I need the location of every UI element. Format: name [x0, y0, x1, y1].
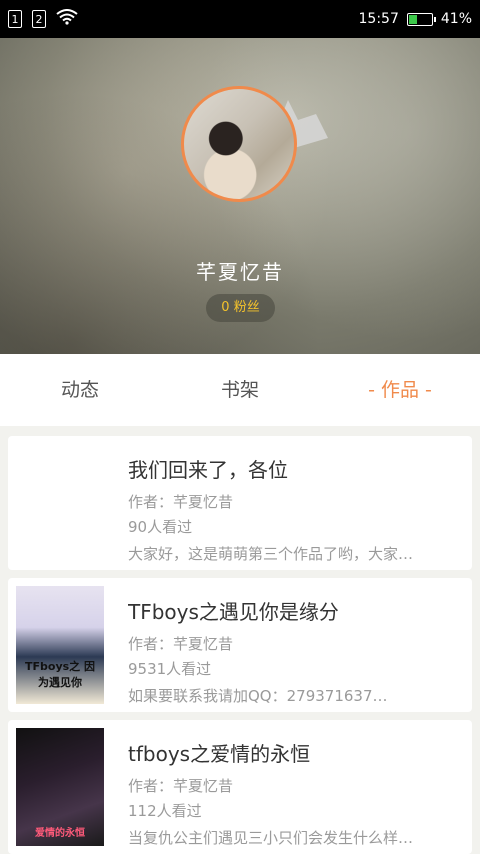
tab-bookshelf[interactable]: 书架 — [160, 354, 320, 426]
battery-icon — [406, 12, 436, 26]
battery-percent: 41% — [440, 11, 472, 27]
work-title: TFboys之遇见你是缘分 — [128, 600, 339, 624]
sim1-icon: 1 — [8, 10, 22, 28]
fans-badge[interactable]: 0 粉丝 — [206, 294, 275, 322]
cover-title: 爱情的永恒 — [35, 828, 85, 839]
work-title: 我们回来了，各位 — [128, 458, 288, 482]
list-item[interactable]: 爱情的永恒 tfboys之爱情的永恒 作者：芊夏忆昔 112人看过 当复仇公主们… — [8, 720, 472, 854]
list-item[interactable]: 我们回来了，各位 作者：芊夏忆昔 90人看过 大家好，这是萌萌第三个作品了哟，大… — [8, 436, 472, 570]
book-cover[interactable]: TFboys之 因为遇见你 — [16, 586, 104, 704]
work-desc: 如果要联系我请加QQ：279371637… — [128, 687, 388, 705]
status-bar: 1 2 15:57 41% — [0, 0, 480, 38]
wifi-icon — [56, 9, 78, 29]
work-desc: 大家好，这是萌萌第三个作品了哟，大家… — [128, 545, 414, 563]
clock: 15:57 — [358, 11, 399, 27]
work-author: 作者：芊夏忆昔 — [128, 493, 234, 511]
cover-title: TFboys之 因为遇见你 — [25, 660, 95, 689]
avatar[interactable] — [181, 86, 297, 202]
work-author: 作者：芊夏忆昔 — [128, 777, 234, 795]
book-cover[interactable]: 爱情的永恒 — [16, 728, 104, 846]
work-views: 9531人看过 — [128, 660, 212, 678]
list-item[interactable]: TFboys之 因为遇见你 TFboys之遇见你是缘分 作者：芊夏忆昔 9531… — [8, 578, 472, 712]
sim2-icon: 2 — [32, 10, 46, 28]
tab-works[interactable]: 作品 — [320, 354, 480, 426]
tab-dynamics[interactable]: 动态 — [0, 354, 160, 426]
username: 芊夏忆昔 — [196, 260, 284, 284]
work-desc: 当复仇公主们遇见三小只们会发生什么样… — [128, 829, 414, 847]
profile-header: 芊夏忆昔 0 粉丝 — [0, 38, 480, 354]
work-views: 112人看过 — [128, 802, 202, 820]
work-title: tfboys之爱情的永恒 — [128, 742, 311, 766]
work-views: 90人看过 — [128, 518, 193, 536]
profile-tabs: 动态 书架 作品 — [0, 354, 480, 426]
work-author: 作者：芊夏忆昔 — [128, 635, 234, 653]
